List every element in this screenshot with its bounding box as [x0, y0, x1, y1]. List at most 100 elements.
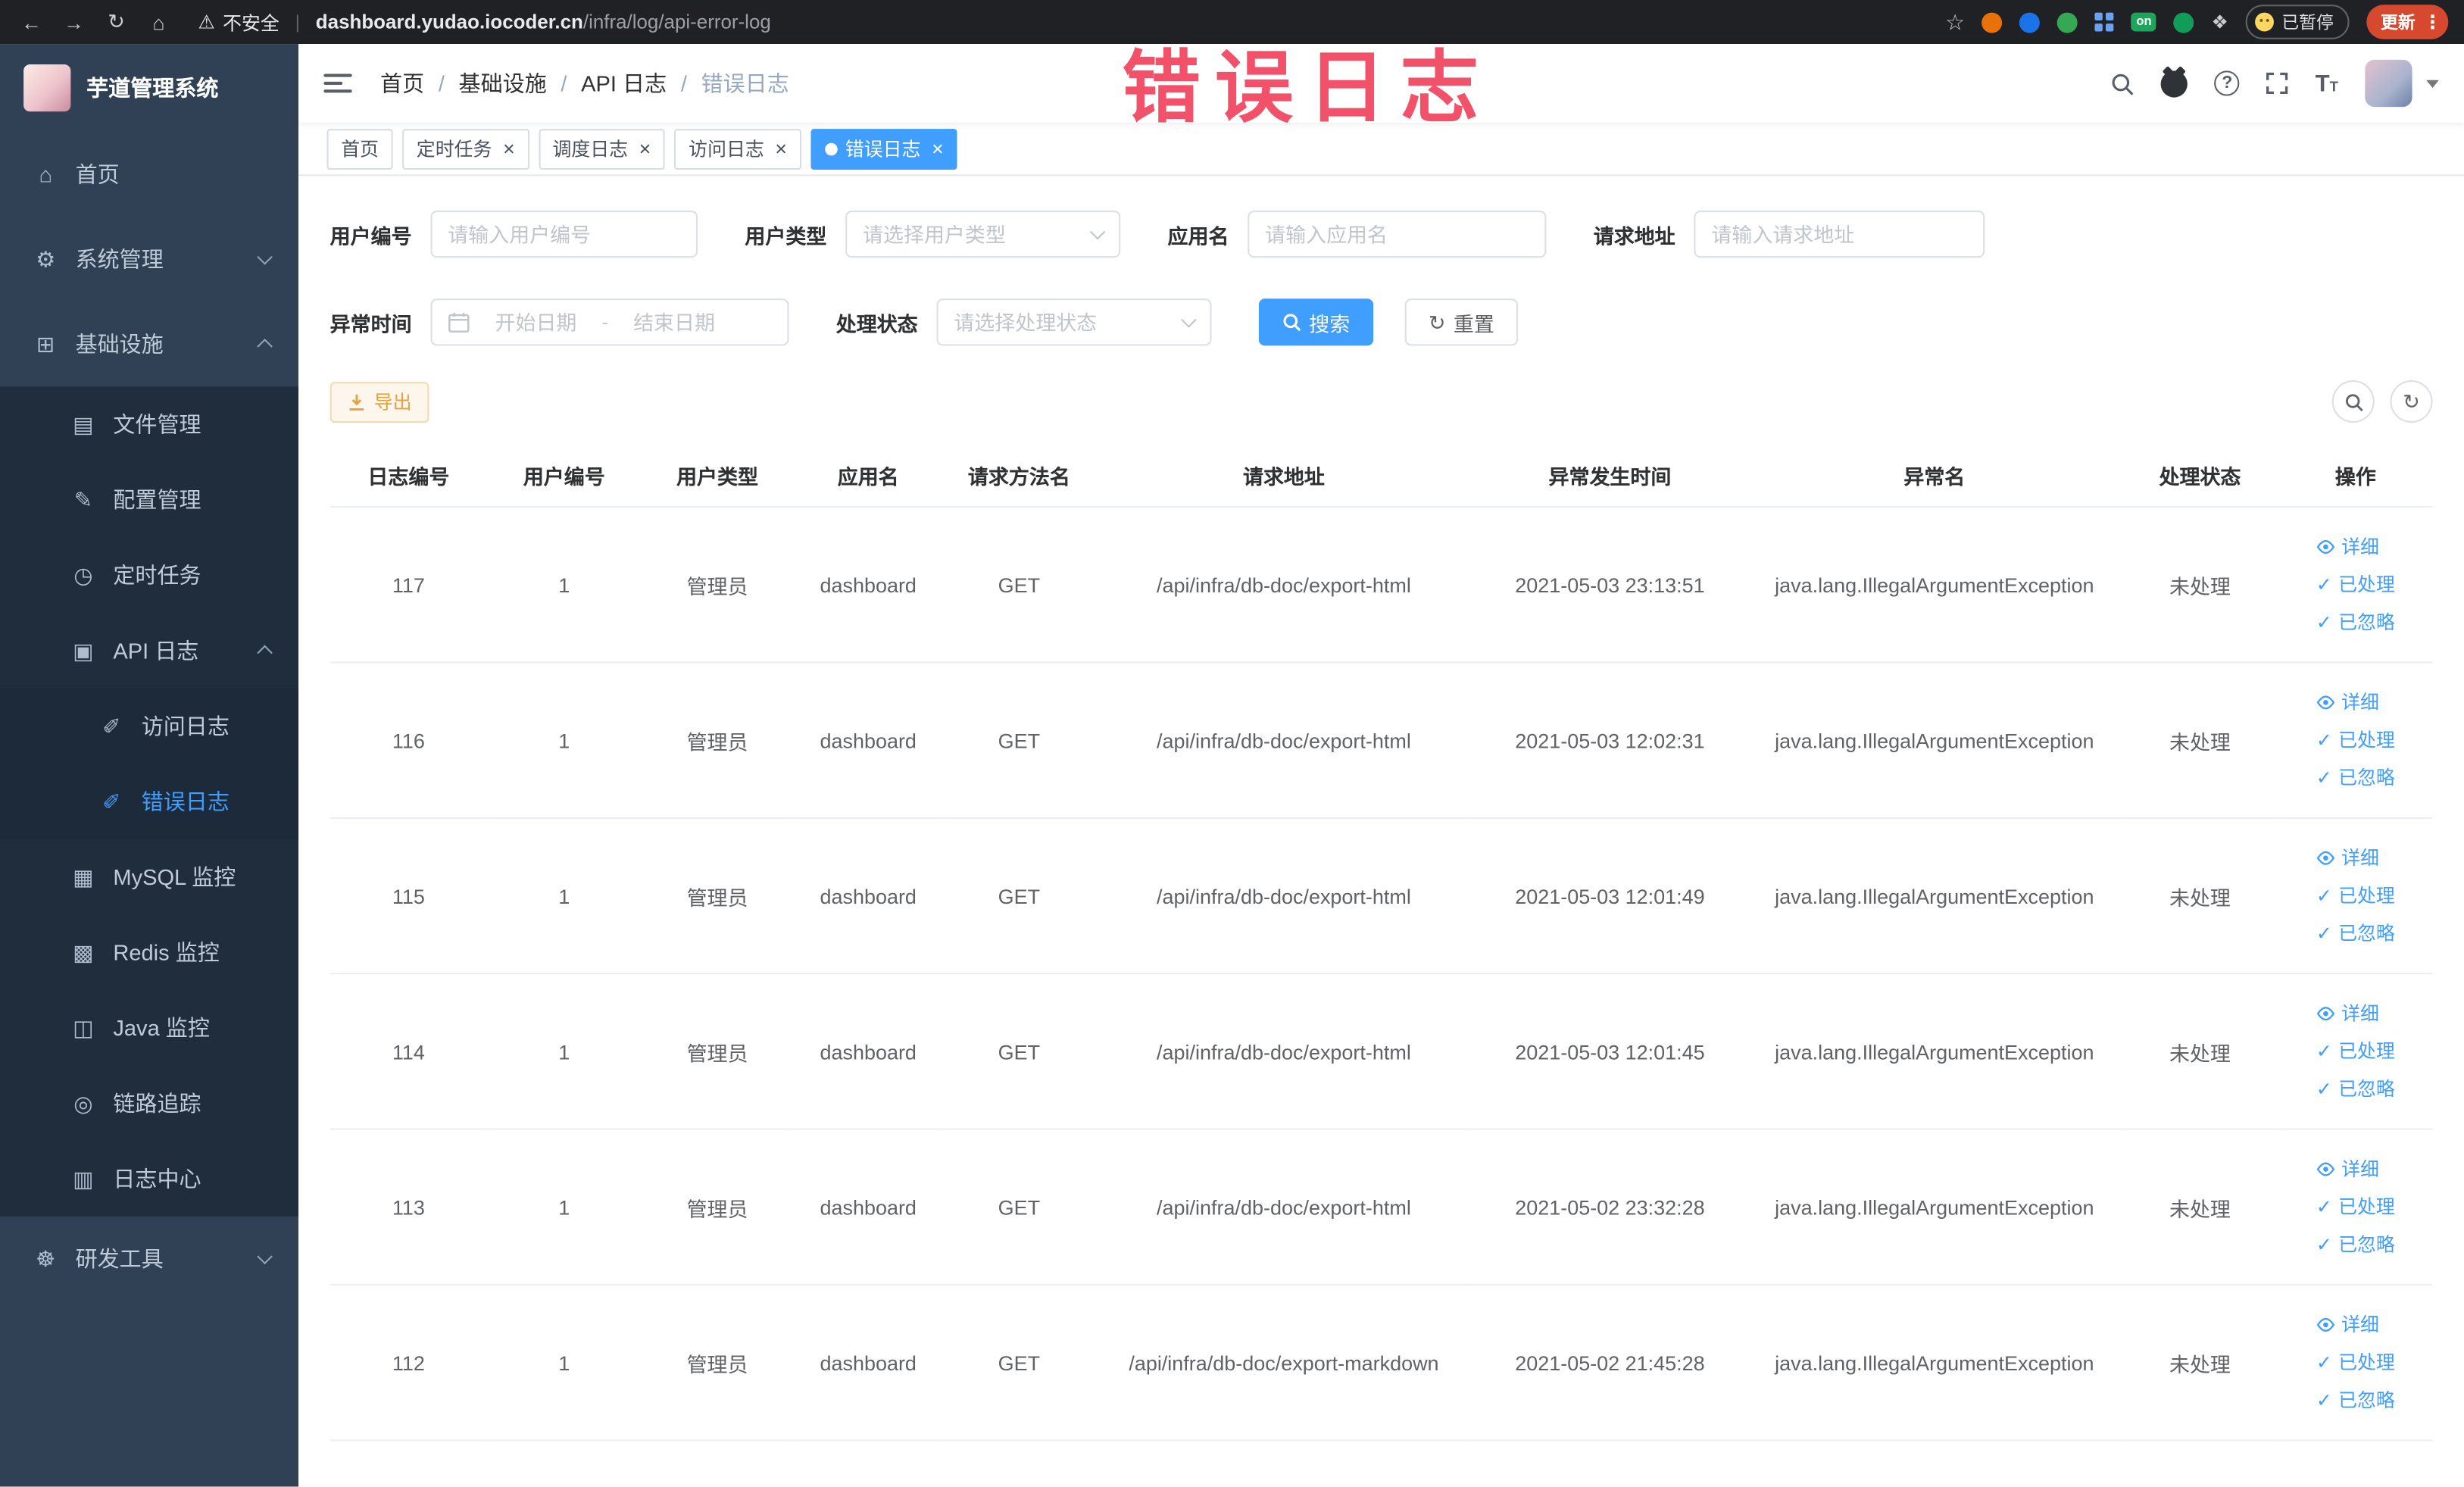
breadcrumb-item[interactable]: 首页 [380, 67, 424, 98]
detail-link[interactable]: 详细 [2316, 683, 2379, 721]
end-date-input[interactable] [617, 310, 731, 334]
tab-label: 访问日志 [689, 138, 764, 161]
font-size-icon[interactable]: TT [2316, 71, 2338, 95]
paused-badge[interactable]: 已暂停 [2245, 5, 2350, 39]
app-name-input[interactable] [1248, 210, 1547, 258]
hamburger-icon[interactable] [323, 73, 352, 93]
sidebar-item[interactable]: ⚙ 系统管理 [0, 217, 298, 301]
export-button[interactable]: 导出 [329, 381, 429, 423]
browser-window: ← → ↻ ⌂ ⚠ 不安全 | dashboard.yudao.iocoder.… [0, 0, 2464, 1487]
sidebar-item[interactable]: ☸ 研发工具 [0, 1217, 298, 1301]
sidebar-item[interactable]: ▤ 文件管理 [0, 386, 299, 462]
detail-link[interactable]: 详细 [2316, 839, 2379, 877]
extension-icon-leaf[interactable] [2173, 11, 2194, 33]
cell-user-type: 管理员 [641, 507, 794, 664]
mark-ignored-link[interactable]: ✓ 已忽略 [2316, 759, 2395, 797]
bookmark-star-icon[interactable]: ☆ [1945, 8, 1965, 35]
mark-processed-link[interactable]: ✓ 已处理 [2316, 877, 2395, 915]
sidebar-item[interactable]: ✐ 错误日志 [0, 764, 299, 839]
chevron-icon [257, 645, 273, 661]
reset-button[interactable]: ↻ 重置 [1404, 298, 1519, 346]
sidebar-item-label: 定时任务 [113, 562, 201, 588]
tab[interactable]: 定时任务 × [402, 128, 529, 170]
mark-processed-link[interactable]: ✓ 已处理 [2316, 1188, 2395, 1226]
fullscreen-icon[interactable] [2266, 72, 2288, 95]
app-logo-row[interactable]: 芋道管理系统 [0, 44, 298, 132]
home-icon[interactable]: ⌂ [143, 10, 174, 33]
mark-processed-link[interactable]: ✓ 已处理 [2316, 1344, 2395, 1382]
sidebar-item[interactable]: ⊞ 基础设施 [0, 301, 298, 386]
search-button[interactable]: 搜索 [1258, 298, 1374, 346]
mark-ignored-link[interactable]: ✓ 已忽略 [2316, 914, 2395, 952]
extension-icon-green[interactable] [2057, 11, 2078, 33]
extension-icon-blue[interactable] [2019, 11, 2041, 33]
back-icon[interactable]: ← [16, 10, 47, 33]
mark-processed-link[interactable]: ✓ 已处理 [2316, 1032, 2395, 1070]
cell-exception-time: 2021-05-02 23:32:28 [1472, 1129, 1747, 1286]
mark-ignored-link[interactable]: ✓ 已忽略 [2316, 604, 2395, 642]
home-icon: ⌂ [39, 161, 52, 187]
sidebar-item[interactable]: ◎ 链路追踪 [0, 1065, 299, 1142]
forward-icon[interactable]: → [58, 10, 89, 33]
browser-menu-icon[interactable]: ⋮ [2423, 11, 2442, 33]
search-icon[interactable] [2111, 71, 2135, 95]
mark-ignored-link[interactable]: ✓ 已忽略 [2316, 1070, 2395, 1108]
detail-link[interactable]: 详细 [2316, 995, 2379, 1032]
sidebar-item[interactable]: ▥ 日志中心 [0, 1141, 299, 1217]
tab[interactable]: 首页 [326, 128, 393, 170]
mark-ignored-link[interactable]: ✓ 已忽略 [2316, 1382, 2395, 1420]
process-status-select[interactable] [936, 298, 1212, 346]
breadcrumb-separator: / [438, 70, 445, 96]
reload-icon[interactable]: ↻ [101, 9, 132, 34]
refresh-button[interactable]: ↻ [2390, 380, 2433, 423]
detail-link[interactable]: 详细 [2316, 528, 2379, 566]
sidebar-item[interactable]: ▣ API 日志 [0, 613, 299, 689]
help-icon[interactable]: ? [2214, 70, 2241, 96]
user-type-select-input[interactable] [845, 210, 1121, 258]
user-type-select[interactable] [845, 210, 1121, 258]
extension-icon-grid[interactable] [2095, 12, 2115, 32]
user-id-input[interactable] [430, 210, 698, 258]
sidebar-item[interactable]: ▩ Redis 监控 [0, 914, 299, 991]
sidebar-item[interactable]: ◷ 定时任务 [0, 537, 299, 614]
mark-processed-link[interactable]: ✓ 已处理 [2316, 721, 2395, 759]
process-status-select-input[interactable] [936, 298, 1212, 346]
extension-icon-orange[interactable] [1982, 11, 2003, 33]
security-label: 不安全 [223, 11, 280, 34]
mark-processed-link[interactable]: ✓ 已处理 [2316, 566, 2395, 604]
sidebar-item[interactable]: ◫ Java 监控 [0, 990, 299, 1066]
col-status: 处理状态 [2121, 445, 2279, 508]
avatar-caret-icon[interactable] [2426, 79, 2439, 88]
site-security-indicator[interactable]: ⚠ 不安全 [198, 8, 279, 35]
request-url-input[interactable] [1694, 210, 1985, 258]
extension-on-badge[interactable]: on [2131, 12, 2156, 32]
sidebar-item[interactable]: ✎ 配置管理 [0, 461, 299, 538]
close-icon[interactable]: × [503, 139, 515, 159]
mark-ignored-link[interactable]: ✓ 已忽略 [2316, 1226, 2395, 1264]
sidebar-item[interactable]: ⌂ 首页 [0, 132, 298, 217]
extensions-puzzle-icon[interactable]: ❖ [2211, 11, 2228, 33]
breadcrumb-item: 错误日志 [701, 70, 789, 96]
sidebar-item[interactable]: ✐ 访问日志 [0, 688, 299, 764]
detail-link[interactable]: 详细 [2316, 1306, 2379, 1344]
close-icon[interactable]: × [932, 139, 944, 159]
breadcrumb-item[interactable]: API 日志 [581, 67, 667, 98]
detail-link[interactable]: 详细 [2316, 1151, 2379, 1189]
breadcrumb-item[interactable]: 基础设施 [459, 67, 547, 98]
sidebar-item[interactable]: ▦ MySQL 监控 [0, 839, 299, 915]
close-icon[interactable]: × [775, 139, 787, 159]
github-icon[interactable] [2161, 70, 2188, 97]
address-bar[interactable]: dashboard.yudao.iocoder.cn/infra/log/api… [316, 11, 771, 33]
user-type-label: 用户类型 [745, 223, 827, 248]
cell-exception-time: 2021-05-03 12:01:49 [1472, 817, 1747, 975]
start-date-input[interactable] [479, 310, 593, 334]
cell-log-id: 115 [329, 817, 488, 975]
update-button[interactable]: 更新 ⋮ [2366, 5, 2449, 39]
tab[interactable]: 错误日志 × [810, 128, 958, 170]
search-toggle-button[interactable] [2331, 380, 2375, 423]
avatar[interactable] [2365, 59, 2412, 108]
close-icon[interactable]: × [639, 139, 651, 159]
date-range-picker[interactable]: - [430, 298, 789, 346]
tab[interactable]: 访问日志 × [674, 128, 801, 170]
tab[interactable]: 调度日志 × [538, 128, 666, 170]
